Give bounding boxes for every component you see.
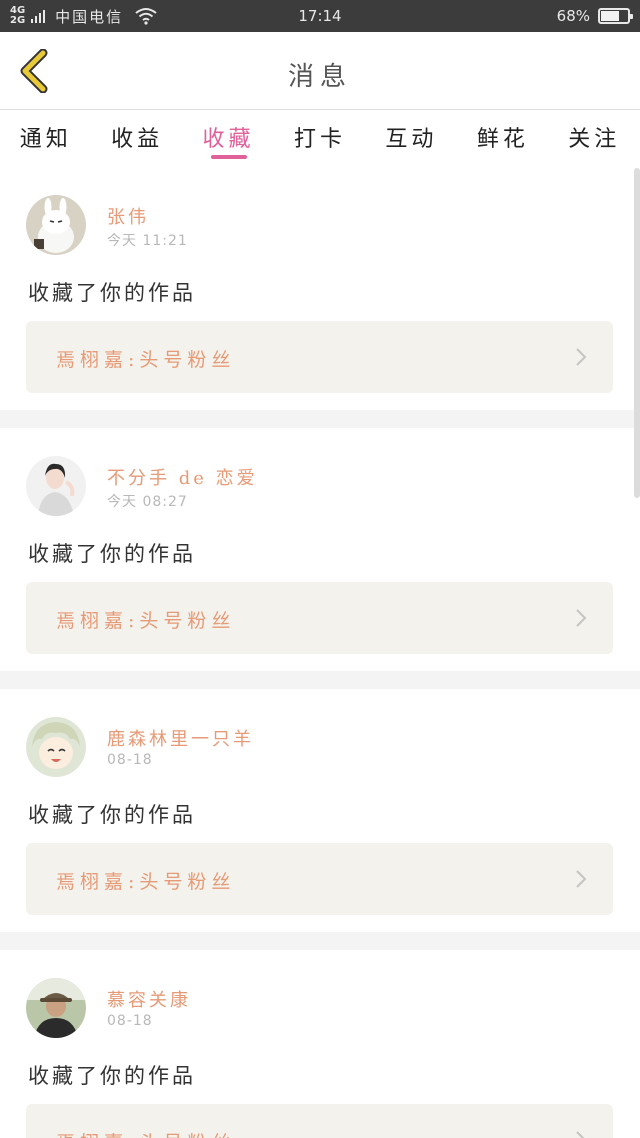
work-link[interactable]: 焉栩嘉:头号粉丝 — [26, 843, 613, 915]
action-text: 收藏了你的作品 — [28, 542, 196, 566]
divider — [0, 671, 640, 689]
avatar-girl — [26, 456, 86, 516]
work-link[interactable]: 焉栩嘉:头号粉丝 — [26, 1104, 613, 1138]
divider — [0, 410, 640, 428]
tab-label: 收藏 — [202, 127, 255, 152]
avatar-rabbit — [26, 195, 86, 255]
battery-percent: 68% — [556, 7, 590, 25]
tab-label: 打卡 — [293, 127, 346, 152]
timestamp: 08-18 — [107, 1013, 153, 1029]
chevron-right-icon — [576, 870, 587, 888]
chevron-right-icon — [576, 348, 587, 366]
tab-interaction[interactable]: 互动 — [366, 111, 457, 167]
tab-label: 通知 — [19, 127, 72, 152]
list-item[interactable]: 鹿森林里一只羊 08-18 收藏了你的作品 焉栩嘉:头号粉丝 — [0, 689, 640, 932]
tab-flowers[interactable]: 鲜花 — [457, 111, 548, 167]
work-title: 焉栩嘉:头号粉丝 — [56, 1128, 235, 1138]
battery-fill — [601, 11, 619, 21]
network-type: 4G 2G — [10, 6, 25, 26]
avatar-anime — [26, 717, 86, 777]
tab-label: 收益 — [111, 127, 164, 152]
signal-icon — [31, 9, 46, 23]
avatar[interactable] — [26, 978, 86, 1038]
status-right: 68% — [556, 0, 633, 32]
tab-bar: 通知 收益 收藏 打卡 互动 鲜花 关注 — [0, 111, 640, 167]
network-type-bottom: 2G — [10, 15, 26, 26]
divider — [0, 932, 640, 950]
username[interactable]: 鹿森林里一只羊 — [107, 725, 254, 751]
tab-label: 鲜花 — [476, 127, 529, 152]
chevron-right-icon — [576, 609, 587, 627]
carrier-name: 中国电信 — [55, 7, 124, 26]
tab-label: 互动 — [385, 127, 438, 152]
work-title: 焉栩嘉:头号粉丝 — [56, 610, 236, 632]
work-title: 焉栩嘉:头号粉丝 — [56, 349, 236, 371]
username[interactable]: 不分手 de 恋爱 — [107, 464, 258, 490]
work-title: 焉栩嘉:头号粉丝 — [56, 871, 236, 893]
action-text: 收藏了你的作品 — [28, 1064, 196, 1088]
tab-earnings[interactable]: 收益 — [91, 111, 182, 167]
battery-icon — [598, 8, 633, 24]
timestamp: 今天 11:21 — [107, 233, 188, 249]
page-title: 消息 — [287, 62, 352, 92]
message-list: 张伟 今天 11:21 收藏了你的作品 焉栩嘉:头号粉丝 不分手 de 恋爱 今… — [0, 167, 640, 1138]
work-link[interactable]: 焉栩嘉:头号粉丝 — [26, 582, 613, 654]
scrollbar[interactable] — [634, 168, 640, 498]
tab-follow[interactable]: 关注 — [549, 111, 640, 167]
status-left: 4G 2G 中国电信 — [10, 0, 157, 32]
list-item[interactable]: 不分手 de 恋爱 今天 08:27 收藏了你的作品 焉栩嘉:头号粉丝 — [0, 428, 640, 671]
wifi-icon — [135, 8, 157, 25]
chevron-right-icon — [576, 1131, 585, 1138]
timestamp: 08-18 — [107, 752, 153, 768]
header: 消息 — [0, 32, 640, 110]
action-text: 收藏了你的作品 — [28, 281, 196, 305]
tab-active-indicator — [210, 155, 247, 159]
status-bar: 4G 2G 中国电信 17:14 68% — [0, 0, 640, 32]
work-link[interactable]: 焉栩嘉:头号粉丝 — [26, 321, 613, 393]
avatar[interactable] — [26, 456, 86, 516]
tab-notifications[interactable]: 通知 — [0, 111, 91, 167]
avatar-man — [26, 978, 86, 1038]
timestamp: 今天 08:27 — [107, 494, 188, 510]
username[interactable]: 慕容关康 — [107, 986, 191, 1012]
tab-label: 关注 — [568, 127, 621, 152]
avatar[interactable] — [26, 195, 86, 255]
list-item[interactable]: 慕容关康 08-18 收藏了你的作品 焉栩嘉:头号粉丝 — [0, 950, 640, 1138]
avatar[interactable] — [26, 717, 86, 777]
tab-checkin[interactable]: 打卡 — [274, 111, 365, 167]
action-text: 收藏了你的作品 — [28, 803, 196, 827]
list-item[interactable]: 张伟 今天 11:21 收藏了你的作品 焉栩嘉:头号粉丝 — [0, 167, 640, 410]
username[interactable]: 张伟 — [107, 203, 149, 229]
tab-favorites[interactable]: 收藏 — [183, 111, 274, 167]
